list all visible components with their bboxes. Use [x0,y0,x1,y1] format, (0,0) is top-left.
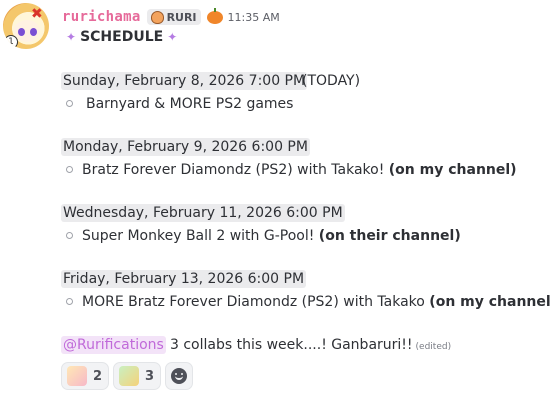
add-reaction-button[interactable] [165,362,194,390]
sparkle-icon: ✦ [66,30,77,44]
number-one-icon: 1 [4,35,18,49]
event-item: Bratz Forever Diamondz (PS2) with Takako… [82,162,517,178]
event-date-timestamp[interactable]: Monday, February 9, 2026 6:00 PM [61,138,310,156]
event-today-note: (TODAY) [302,73,361,89]
avatar-eye-right [30,28,37,36]
reactions-bar: 2 3 [61,362,194,390]
sparkle-icon: ✦ [167,30,178,44]
message-text: 3 collabs this week....! Ganbaruri!! (edi… [170,337,452,353]
message-timestamp[interactable]: 11:35 AM [228,11,280,24]
schedule-title: SCHEDULE [80,29,164,45]
avatar-eye-left [18,28,25,36]
event-channel-note: (on my channel) [388,162,517,178]
bullet-circle-icon [66,298,73,305]
bullet-circle-icon [66,166,73,173]
bullet-circle-icon [66,100,73,107]
reaction-button[interactable]: 2 [61,362,110,390]
avatar[interactable]: ✖ 1 [3,3,49,49]
pumpkin-role-icon[interactable] [206,7,223,24]
event-channel-note: (on my channel) [429,294,551,310]
reaction-count: 3 [145,368,155,384]
event-item: MORE Bratz Forever Diamondz (PS2) with T… [82,293,551,311]
event-item: Barnyard & MORE PS2 games [86,96,294,112]
event-item: Super Monkey Ball 2 with G-Pool! (on the… [82,228,461,244]
event-date-timestamp[interactable]: Wednesday, February 11, 2026 6:00 PM [61,204,345,222]
reaction-count: 2 [93,368,103,384]
event-date-timestamp[interactable]: Friday, February 13, 2026 6:00 PM [61,270,307,288]
role-mention[interactable]: @Rurifications [61,336,166,354]
clan-tag-label: RURI [166,10,197,24]
message-header: rurichama RURI 11:35 AM [62,7,280,26]
rurichama-emote-icon [67,366,87,386]
clan-badge-icon [150,10,164,24]
edited-label[interactable]: (edited) [416,342,452,352]
anger-mark-icon: ✖ [31,6,43,22]
bullet-circle-icon [66,232,73,239]
clan-tag[interactable]: RURI [146,9,201,25]
author-username[interactable]: rurichama [62,9,141,25]
event-channel-note: (on their channel) [318,228,461,244]
ruri-emote-icon [119,366,140,386]
smile-add-reaction-icon [171,368,188,384]
reaction-button[interactable]: 3 [113,362,162,390]
event-date-timestamp[interactable]: Sunday, February 8, 2026 7:00 PM [61,72,308,90]
schedule-heading: ✦ SCHEDULE ✦ [62,29,181,45]
